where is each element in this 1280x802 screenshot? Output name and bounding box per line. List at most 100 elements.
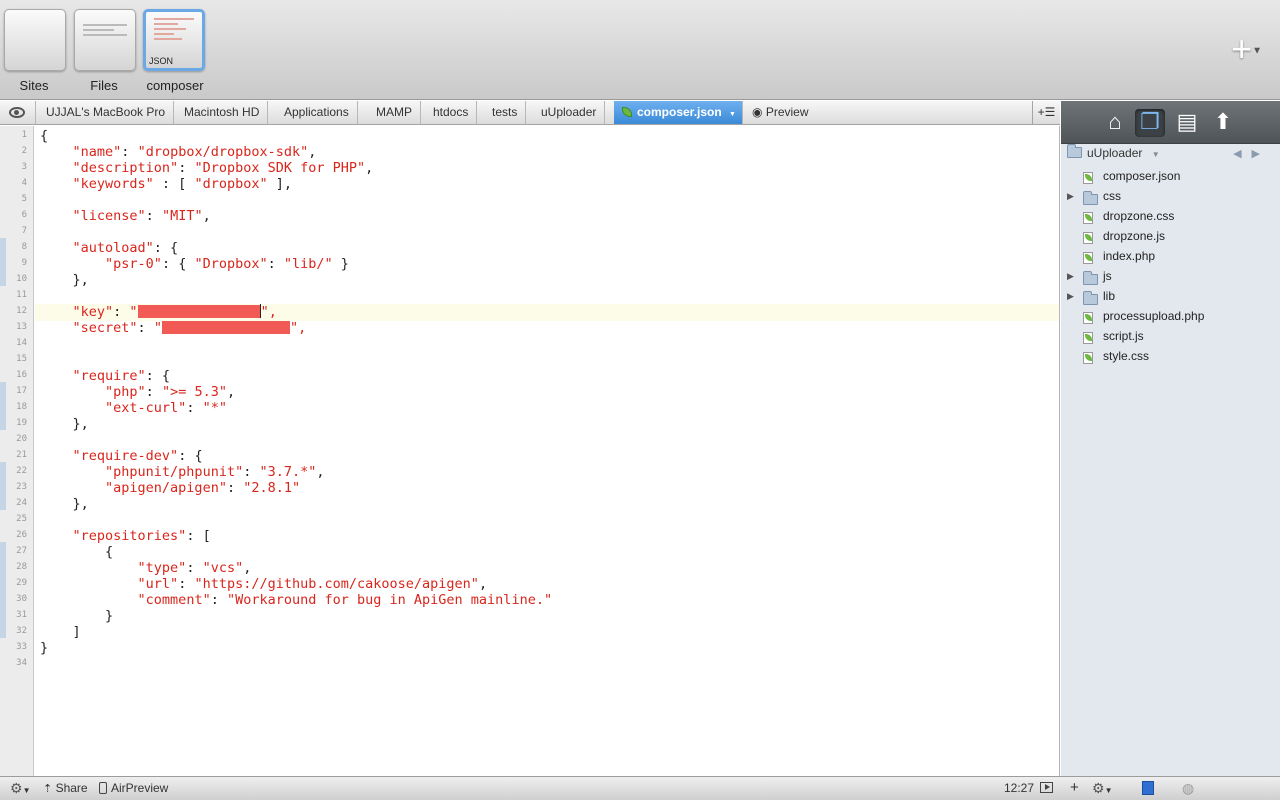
home-icon[interactable]: ⌂: [1100, 109, 1130, 137]
settings-menu-button[interactable]: ⚙▼: [10, 777, 30, 800]
line-number: 5: [21, 194, 27, 204]
breadcrumb-active-file[interactable]: composer.json ▼: [614, 101, 743, 124]
breadcrumb: UJJAL's MacBook Pro Macintosh HD Applica…: [0, 101, 1060, 125]
chevron-down-icon: ▼: [729, 111, 736, 118]
line-number: 27: [16, 546, 27, 556]
code-line: },: [40, 496, 89, 512]
code-line: "autoload": {: [72, 240, 179, 256]
breadcrumb-item[interactable]: Macintosh HD: [176, 101, 269, 124]
composer-thumbnail: [154, 18, 194, 43]
folder-icon: [1083, 271, 1098, 285]
split-pane-button[interactable]: +☰: [1032, 101, 1060, 124]
disclosure-triangle-icon[interactable]: ▶: [1067, 266, 1074, 286]
line-number: 20: [16, 434, 27, 444]
code-line: }: [40, 608, 114, 624]
site-tabs-bar: Sites Files JSON composer +▼: [0, 0, 1280, 100]
sidebar-file[interactable]: script.js: [1061, 326, 1280, 346]
disclosure-triangle-icon[interactable]: ▶: [1067, 186, 1074, 206]
sidebar-folder-lib[interactable]: ▶ lib: [1061, 286, 1280, 306]
fold-marker: [0, 542, 6, 638]
breadcrumb-item[interactable]: UJJAL's MacBook Pro: [38, 101, 174, 124]
sidebar-file[interactable]: processupload.php: [1061, 306, 1280, 326]
preview-button[interactable]: ◉ Preview: [744, 101, 817, 124]
line-number: 1: [21, 130, 27, 140]
code-line: "require-dev": {: [72, 448, 203, 464]
line-number: 10: [16, 274, 27, 284]
line-number: 32: [16, 626, 27, 636]
file-name: lib: [1103, 289, 1116, 303]
code-line: "name": "dropbox/dropbox-sdk",: [72, 144, 317, 160]
sidebar-folder-js[interactable]: ▶ js: [1061, 266, 1280, 286]
code-line: "url": "https://github.com/cakoose/apige…: [137, 576, 488, 592]
line-number: 3: [21, 162, 27, 172]
code-line: "ext-curl": "*": [105, 400, 227, 416]
disclosure-triangle-icon[interactable]: ▶: [1067, 286, 1074, 306]
gear-icon: ⚙: [1092, 780, 1105, 796]
thumb-json-label: JSON: [149, 56, 174, 66]
file-icon: [1083, 312, 1093, 324]
line-number: 2: [21, 146, 27, 156]
code-editor[interactable]: 1 2 3 4 5 6 7 8 9 10 11 12 13 14 15 16 17 18 19 20 21 22 23 24 2…: [0, 126, 1060, 776]
tab-composer[interactable]: JSON: [143, 9, 205, 71]
code-line: "require": {: [72, 368, 171, 384]
line-number: 13: [16, 322, 27, 332]
add-site-button[interactable]: +▼: [1231, 31, 1262, 67]
sidebar-folder-css[interactable]: ▶ css: [1061, 186, 1280, 206]
preview-toggle-button[interactable]: [0, 101, 36, 124]
breadcrumb-item[interactable]: MAMP: [368, 101, 421, 124]
chevron-down-icon: ▼: [22, 786, 31, 795]
share-button[interactable]: ⇡ Share: [43, 777, 88, 800]
code-content[interactable]: { "name": "dropbox/dropbox-sdk", "descri…: [40, 128, 552, 672]
nav-arrows[interactable]: ◀▶: [1233, 147, 1270, 160]
add-file-button[interactable]: +: [1070, 777, 1079, 800]
publish-status-icon[interactable]: [1142, 777, 1154, 800]
folder-icon: [1083, 191, 1098, 205]
files-icon[interactable]: ❐: [1135, 109, 1165, 137]
leaf-file-icon: [622, 107, 632, 117]
code-line: "phpunit/phpunit": "3.7.*",: [105, 464, 325, 480]
cursor-position: 12:27: [1004, 777, 1054, 800]
code-line: "comment": "Workaround for bug in ApiGen…: [137, 592, 553, 608]
sidebar-file[interactable]: style.css: [1061, 346, 1280, 366]
sidebar-file[interactable]: index.php: [1061, 246, 1280, 266]
plus-icon: +: [1231, 28, 1253, 69]
folder-icon: [1083, 291, 1098, 305]
breadcrumb-item[interactable]: uUploader: [533, 101, 606, 124]
project-name: uUploader: [1087, 146, 1143, 160]
line-number: 6: [21, 210, 27, 220]
sidebar-file[interactable]: dropzone.css: [1061, 206, 1280, 226]
share-icon: ⇡: [43, 783, 53, 795]
line-number: 15: [16, 354, 27, 364]
line-number: 18: [16, 402, 27, 412]
sidebar-file[interactable]: composer.json: [1061, 166, 1280, 186]
notes-icon[interactable]: ▤: [1172, 109, 1202, 137]
redacted-key: [137, 305, 260, 318]
redacted-secret: [161, 321, 290, 334]
line-number: 9: [21, 258, 27, 268]
sidebar-file[interactable]: dropzone.js: [1061, 226, 1280, 246]
file-icon: [1083, 352, 1093, 364]
tab-sites[interactable]: [4, 9, 66, 71]
line-number: 30: [16, 594, 27, 604]
code-line: },: [40, 416, 89, 432]
breadcrumb-item[interactable]: htdocs: [425, 101, 478, 124]
file-name: index.php: [1103, 249, 1156, 263]
sync-icon[interactable]: ◍: [1182, 777, 1194, 800]
line-number: 26: [16, 530, 27, 540]
play-icon[interactable]: [1040, 782, 1054, 793]
line-number: 28: [16, 562, 27, 572]
publish-arrow-icon[interactable]: ⬆: [1208, 109, 1238, 137]
airpreview-button[interactable]: AirPreview: [99, 777, 168, 800]
breadcrumb-item[interactable]: Applications: [276, 101, 358, 124]
line-number: 23: [16, 482, 27, 492]
line-number: 34: [16, 658, 27, 668]
sidebar-settings-button[interactable]: ⚙▼: [1092, 777, 1112, 800]
project-selector[interactable]: uUploader ▼: [1067, 144, 1160, 164]
file-name: css: [1103, 189, 1121, 203]
tab-files[interactable]: [74, 9, 136, 71]
breadcrumb-item[interactable]: tests: [484, 101, 527, 124]
